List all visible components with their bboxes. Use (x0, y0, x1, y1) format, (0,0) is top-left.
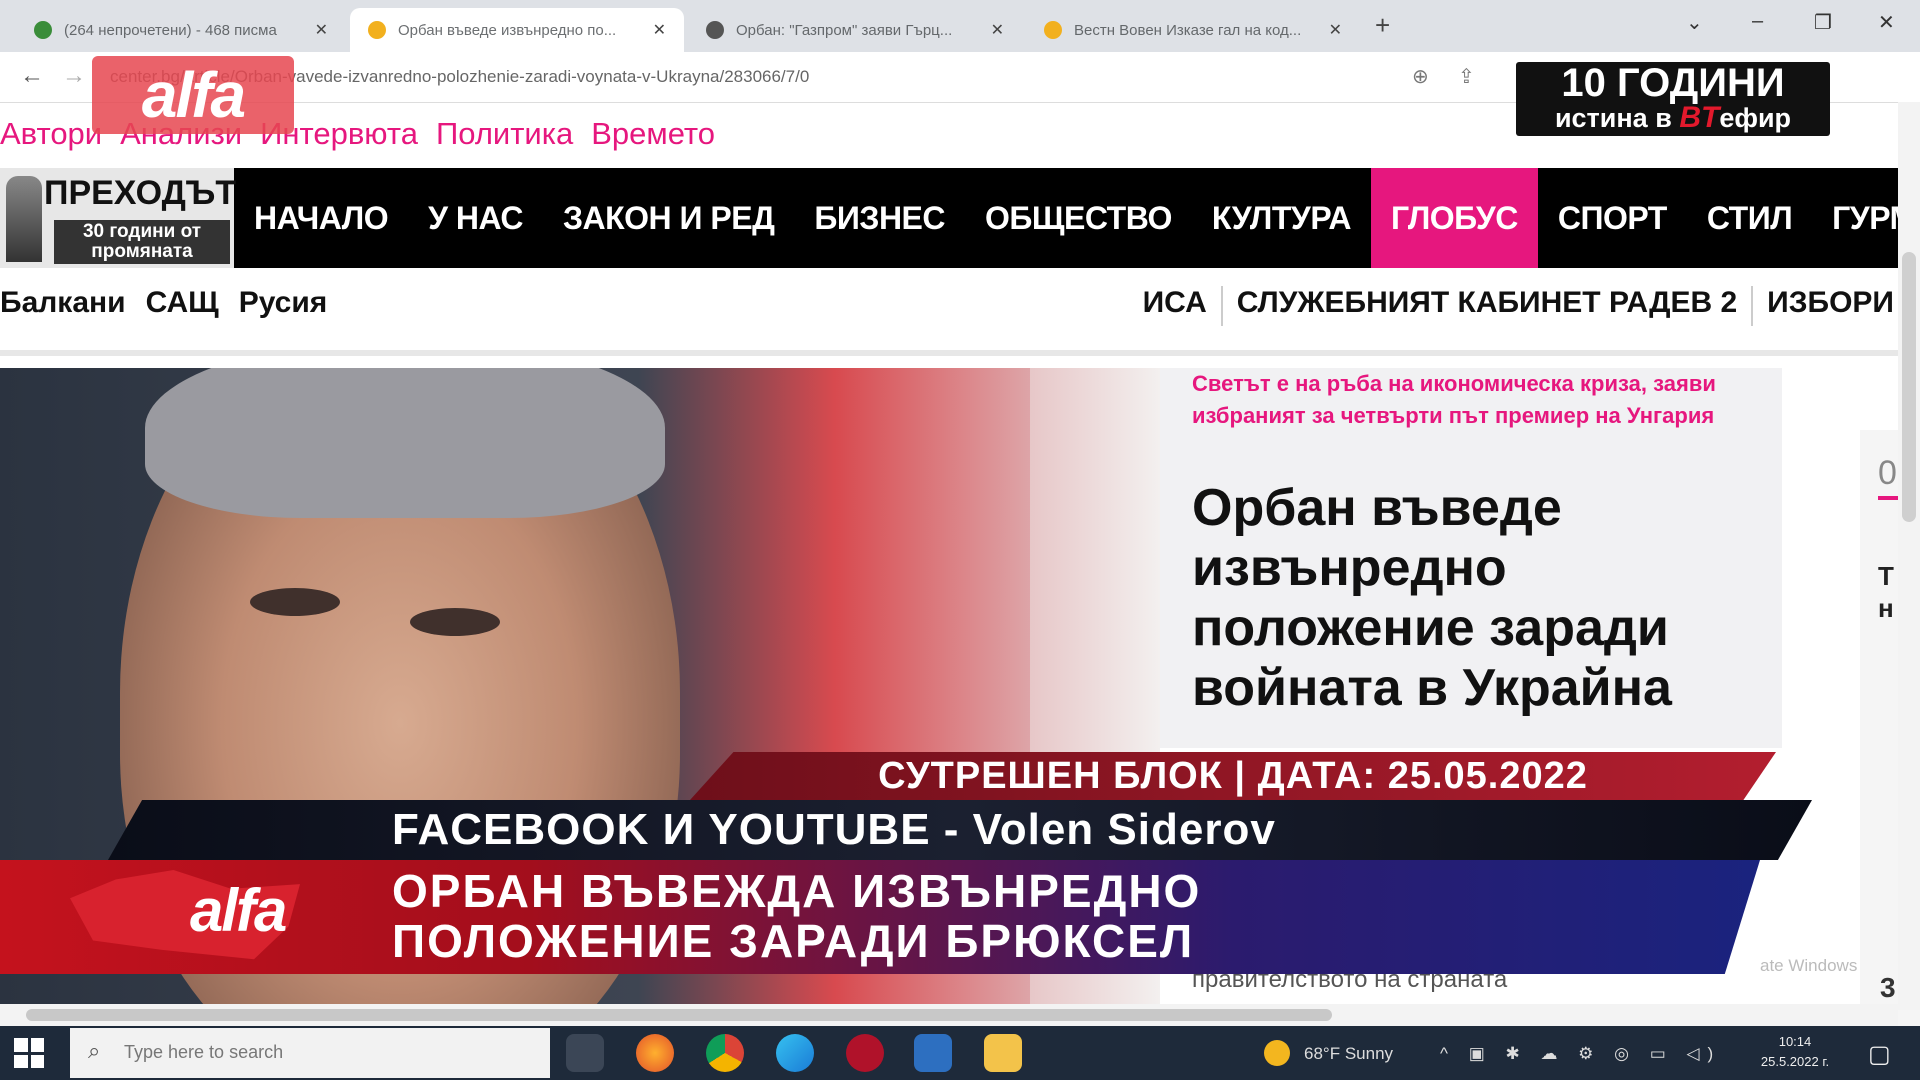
nav-culture[interactable]: КУЛТУРА (1192, 168, 1371, 268)
taskbar-clock[interactable]: 10:14 25.5.2022 г. (1740, 1032, 1850, 1072)
logo-title: ПРЕХОДЪТ (44, 174, 237, 212)
tab-search-chevron-icon[interactable]: ⌄ (1686, 10, 1703, 35)
tab-title: Орбан: "Газпром" заяви Гърц... (736, 21, 953, 39)
badge-line-2: истина в BTефир (1516, 101, 1830, 134)
search-icon: ⌕ (88, 1038, 101, 1063)
tab-title: Орбан въведе извънредно по... (398, 21, 617, 39)
app-icon[interactable] (846, 1034, 884, 1072)
side-number: 0 (1878, 454, 1897, 492)
chrome-icon[interactable] (706, 1034, 744, 1072)
firefox-icon[interactable] (636, 1034, 674, 1072)
subnav-balkans[interactable]: Балкани (0, 286, 126, 320)
vertical-scrollbar[interactable] (1898, 102, 1920, 1010)
portrait-eye (410, 608, 500, 636)
windows-start-icon[interactable] (14, 1038, 44, 1068)
restore-icon[interactable]: ❐ (1814, 10, 1832, 35)
nav-domestic[interactable]: У НАС (408, 168, 543, 268)
subnav-russia[interactable]: Русия (239, 286, 328, 320)
alfa-tv-logo: alfa (92, 56, 294, 134)
tab-title: (264 непрочетени) - 468 писма (64, 21, 277, 39)
scrollbar-thumb[interactable] (26, 1009, 1332, 1021)
activate-windows-watermark: ate Windows (1760, 956, 1858, 975)
system-tray-icons[interactable]: ^ ▣ ✱ ☁ ⚙ ◎ ▭ ◁) (1440, 1044, 1721, 1064)
close-icon[interactable]: ✕ (991, 20, 1004, 40)
notification-icon[interactable]: ▢ (1868, 1040, 1891, 1069)
logo-subtitle: 30 години от промяната (54, 220, 230, 264)
nav-law[interactable]: ЗАКОН И РЕД (543, 168, 794, 268)
statue-icon (6, 176, 42, 262)
nav-globe[interactable]: ГЛОБУС (1370, 168, 1538, 268)
subnav-elections[interactable]: ИЗБОРИ (1767, 286, 1894, 326)
photos-icon[interactable] (914, 1034, 952, 1072)
subnav-cabinet[interactable]: СЛУЖЕБНИЯТ КАБИНЕТ РАДЕВ 2 (1237, 286, 1737, 326)
portrait-hair (145, 368, 665, 518)
portrait-eye (250, 588, 340, 616)
weather-text[interactable]: 68°F Sunny (1304, 1044, 1393, 1064)
tab-title: Вестн Вовен Изказе гал на код... (1074, 21, 1302, 39)
tv-main-banner: alfa ОРБАН ВЪВЕЖДА ИЗВЪНРЕДНО ПОЛОЖЕНИЕ … (0, 860, 1760, 974)
edge-icon[interactable] (776, 1034, 814, 1072)
close-icon[interactable]: ✕ (653, 20, 666, 40)
site-logo[interactable]: ПРЕХОДЪТ 30 години от промяната (0, 168, 237, 268)
close-icon[interactable]: ✕ (1329, 20, 1342, 40)
taskbar-search-placeholder[interactable]: Type here to search (124, 1042, 283, 1063)
sub-nav-divider (0, 350, 1898, 356)
globe-icon (706, 21, 724, 39)
subnav-usa[interactable]: САЩ (146, 286, 219, 320)
close-window-icon[interactable]: ✕ (1878, 10, 1895, 35)
divider (1220, 286, 1223, 326)
nav-society[interactable]: ОБЩЕСТВО (965, 168, 1192, 268)
article-headline[interactable]: Орбан въведе извънредно положение заради… (1192, 478, 1772, 718)
tv-headline-line-2: ПОЛОЖЕНИЕ ЗАРАДИ БРЮКСЕЛ (392, 915, 1195, 967)
new-tab-button[interactable]: + (1375, 10, 1390, 41)
badge-bt: BT (1679, 101, 1720, 134)
browser-tab-4[interactable]: Вестн Вовен Изказе гал на код... ✕ (1026, 8, 1360, 52)
main-nav-items: НАЧАЛО У НАС ЗАКОН И РЕД БИЗНЕС ОБЩЕСТВО… (234, 168, 1920, 268)
browser-tab-3[interactable]: Орбан: "Газпром" заяви Гърц... ✕ (688, 8, 1022, 52)
nav-home[interactable]: НАЧАЛО (234, 168, 408, 268)
side-accent-line (1878, 496, 1900, 500)
badge-text: ефир (1719, 103, 1792, 133)
tv-social-banner: FACEBOOK И YOUTUBE - Volen Siderov (108, 800, 1812, 860)
tv-anniversary-badge: 10 ГОДИНИ истина в BTефир (1516, 62, 1830, 136)
side-count: 3 (1880, 972, 1896, 1003)
clock-time: 10:14 (1778, 1034, 1812, 1049)
share-icon[interactable]: ⇪ (1458, 64, 1475, 89)
forward-arrow-icon[interactable]: → (62, 62, 86, 90)
badge-line-1: 10 ГОДИНИ (1561, 61, 1785, 105)
social-text: FACEBOOK И YOUTUBE - Volen Siderov (392, 805, 1276, 854)
star-icon (1044, 21, 1062, 39)
top-link-weather[interactable]: Времето (591, 116, 715, 156)
top-link-politics[interactable]: Политика (436, 116, 573, 156)
subnav-isa[interactable]: ИСА (1143, 286, 1207, 326)
divider (1751, 286, 1754, 326)
sub-nav-right: ИСА СЛУЖЕБНИЯТ КАБИНЕТ РАДЕВ 2 ИЗБОРИ (1143, 286, 1894, 326)
browser-tab-1[interactable]: (264 непрочетени) - 468 писма ✕ (16, 8, 346, 52)
mail-icon (34, 21, 52, 39)
weather-sun-icon[interactable] (1264, 1040, 1290, 1066)
zoom-icon[interactable]: ⊕ (1412, 64, 1429, 89)
article-kicker[interactable]: Светът е на ръба на икономическа криза, … (1192, 368, 1762, 432)
nav-style[interactable]: СТИЛ (1687, 168, 1812, 268)
badge-text: истина в (1554, 103, 1680, 133)
alfa-logo: alfa (190, 877, 287, 944)
minimize-icon[interactable]: – (1752, 10, 1763, 33)
scrollbar-thumb[interactable] (1902, 252, 1916, 522)
file-explorer-icon[interactable] (984, 1034, 1022, 1072)
star-icon (368, 21, 386, 39)
clock-date: 25.5.2022 г. (1760, 1054, 1830, 1069)
browser-tab-2[interactable]: Орбан въведе извънредно по... ✕ (350, 8, 684, 52)
sub-nav-left: Балкани САЩ Русия (0, 286, 327, 320)
horizontal-scrollbar[interactable] (0, 1004, 1898, 1026)
url-field[interactable]: center.bg/article/Orban-vavede-izvanredn… (110, 60, 1380, 94)
close-icon[interactable]: ✕ (315, 20, 328, 40)
tv-block-banner: СУТРЕШЕН БЛОК | ДАТА: 25.05.2022 (690, 752, 1776, 800)
top-link-authors[interactable]: Автори (0, 116, 102, 156)
nav-sport[interactable]: СПОРТ (1538, 168, 1687, 268)
task-view-icon[interactable] (566, 1034, 604, 1072)
tv-headline-line-1: ОРБАН ВЪВЕЖДА ИЗВЪНРЕДНО (392, 865, 1202, 917)
nav-business[interactable]: БИЗНЕС (794, 168, 965, 268)
back-arrow-icon[interactable]: ← (20, 62, 44, 90)
